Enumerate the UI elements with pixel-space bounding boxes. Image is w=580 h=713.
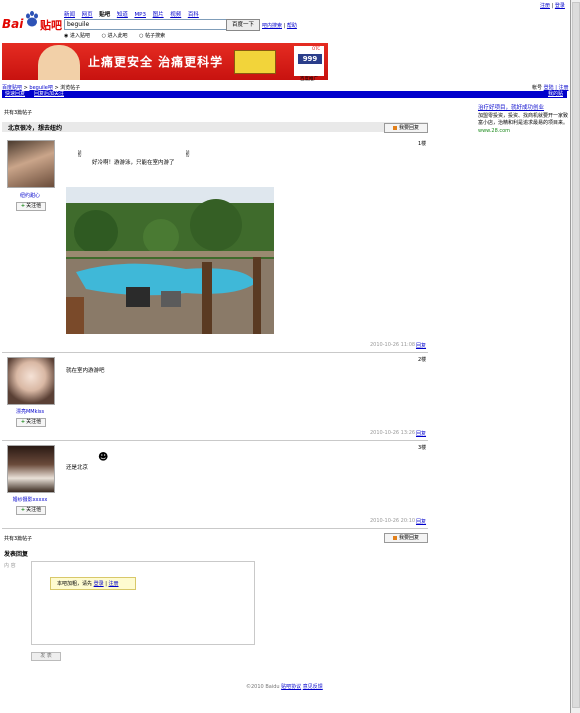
register-link[interactable]: 注册	[540, 3, 550, 9]
post-count-bottom: 共有3篇帖子	[4, 536, 33, 542]
footer-feedback-link[interactable]: 意见反馈	[303, 684, 323, 690]
radio-enter-this-bar[interactable]: ○ 进入此吧	[102, 33, 133, 39]
nav-mp3[interactable]: MP3	[134, 12, 146, 18]
post-time: 2010-10-26 20:10	[370, 518, 416, 524]
ad-product-box-image	[234, 50, 276, 74]
nav-tieba: 贴吧	[99, 12, 111, 18]
side-ad-url: www.28.com	[478, 128, 511, 134]
radio-label: 进入贴吧	[69, 33, 90, 39]
tip-separator: |	[105, 581, 107, 587]
radio-label: 帖子搜索	[145, 33, 166, 39]
logo-bai: Bai	[2, 17, 24, 31]
emoticon-bunny-icon: ☻	[98, 452, 109, 463]
reply-button-bottom[interactable]: 我要回复	[384, 533, 428, 543]
ad-logo-number: 999	[298, 54, 322, 64]
nav-video[interactable]: 视频	[170, 12, 181, 18]
nav-image[interactable]: 图片	[153, 12, 164, 18]
avatar[interactable]	[7, 140, 55, 188]
search-input[interactable]: beguile	[64, 19, 228, 30]
follow-after-reply-link[interactable]: 回复后加关注	[34, 91, 64, 98]
nav-baike[interactable]: 百科	[188, 12, 199, 18]
footer-agreement-link[interactable]: 贴吧协议	[281, 684, 301, 690]
nav-web[interactable]: 网页	[82, 12, 93, 18]
baidu-tieba-logo[interactable]: Bai 贴吧	[2, 11, 62, 33]
floor-number: 3楼	[418, 445, 427, 451]
tip-text: 本吧加粗，请先	[57, 581, 93, 587]
search-links: 吧内搜索 | 帮助	[262, 23, 297, 29]
breadcrumb: 百度贴吧 > beguile吧 > 浏览帖子	[2, 84, 80, 91]
thread-title: 北京很冷，想去纽约	[8, 125, 63, 132]
reply-link[interactable]: 回复	[416, 342, 426, 349]
ad-caption: 百度推广	[300, 77, 318, 82]
banner-text: 止痛更安全 治痛更科学	[88, 55, 224, 69]
follow-button[interactable]: +关注他	[16, 506, 46, 515]
follow-label: 关注他	[26, 419, 42, 425]
scrollbar-thumb[interactable]	[572, 2, 580, 708]
login-link[interactable]: 登录	[555, 3, 565, 9]
ad-spokesman-image	[38, 45, 80, 80]
help-link[interactable]: 帮助	[287, 23, 297, 29]
search-button[interactable]: 百度一下	[226, 19, 260, 31]
top-links: 注册 | 登录	[540, 3, 565, 9]
post-image-pool[interactable]	[66, 187, 274, 334]
nav-news[interactable]: 新闻	[64, 12, 75, 18]
follow-button[interactable]: +关注他	[16, 418, 46, 427]
submit-button[interactable]: 发 表	[31, 652, 61, 661]
vertical-scrollbar[interactable]	[571, 0, 580, 713]
in-bar-search-link[interactable]: 吧内搜索	[262, 23, 282, 29]
post-username[interactable]: 漂亮MMkiss	[2, 408, 58, 415]
post-time: 2010-10-26 11:08	[370, 342, 416, 348]
quick-reply-link[interactable]: 快速回复	[5, 91, 25, 98]
tip-login-link[interactable]: 登录	[94, 581, 104, 587]
content-label: 内 容	[4, 563, 16, 569]
follow-label: 关注他	[26, 203, 42, 209]
login-tip: 本吧加粗，请先 登录 | 注册	[50, 577, 136, 590]
side-ad-body: 加盟零投资，投资、找商机就要开一家致富小店，治精和利是追求最易的项目来。	[478, 113, 569, 126]
reply-link[interactable]: 回复	[416, 430, 426, 437]
avatar[interactable]	[7, 357, 55, 405]
floor-number: 1楼	[418, 141, 427, 147]
radio-enter-tieba[interactable]: ◉ 进入贴吧	[64, 33, 95, 39]
thread-title-bar: 北京很冷，想去纽约 我要回复	[2, 122, 428, 133]
copyright: ©2010 Baidu	[246, 684, 280, 690]
logo-tieba: 贴吧	[40, 19, 62, 32]
post-text: 就在室内游游吧	[66, 368, 105, 374]
side-ad-title[interactable]: 治疗好项目，就好成功创业	[478, 103, 568, 111]
user-links: 帐号 登陆 | 注册	[532, 84, 568, 91]
search-scope-radios: ◉ 进入贴吧 ○ 进入此吧 ○ 帖子搜索	[64, 32, 175, 39]
post-text: 还是北京	[66, 465, 89, 471]
reply-link[interactable]: 回复	[416, 518, 426, 525]
reply-heading: 发表回复	[4, 551, 29, 558]
reply-textarea[interactable]	[31, 561, 255, 645]
radio-label: 进入此吧	[107, 33, 128, 39]
emoticon-right-icon: ✌	[184, 150, 192, 160]
post-username[interactable]: 婚纱摄影xxxxx	[2, 496, 58, 503]
paw-icon	[26, 11, 38, 27]
follow-button[interactable]: +关注他	[16, 202, 46, 211]
ad-logo-otc: OTC	[312, 46, 321, 51]
post-count-top: 共有3篇帖子	[4, 110, 33, 116]
emoticon-left-icon: ✌	[76, 150, 84, 160]
tip-register-link[interactable]: 注册	[109, 581, 119, 587]
reply-button-top[interactable]: 我要回复	[384, 123, 428, 133]
nav-zhidao[interactable]: 知道	[117, 12, 128, 18]
blue-toolbar: 快速回复 回复后加关注 我的贴吧	[2, 91, 567, 104]
floor-number: 2楼	[418, 357, 427, 363]
side-ad[interactable]: 治疗好项目，就好成功创业 加盟零投资，投资、找商机就要开一家致富小店，治精和利是…	[478, 103, 568, 134]
product-nav: 新闻 网页 贴吧 知道 MP3 图片 视频 百科	[64, 10, 204, 18]
banner-ad[interactable]: 止痛更安全 治痛更科学 OTC 999	[2, 43, 328, 80]
post-username[interactable]: 纽约甜心	[2, 192, 58, 199]
post-divider	[2, 440, 428, 441]
post-time: 2010-10-26 13:26	[370, 430, 416, 436]
avatar[interactable]	[7, 445, 55, 493]
post-divider	[2, 352, 428, 353]
post-text: 好冷啊！游游泳，只能在室内游了	[92, 160, 175, 166]
pool-photo-svg	[66, 187, 274, 334]
follow-label: 关注他	[26, 507, 42, 513]
post-divider	[2, 528, 428, 529]
footer: ©2010 Baidu 贴吧协议 意见反馈	[246, 683, 323, 690]
radio-search-posts[interactable]: ○ 帖子搜索	[139, 33, 170, 39]
